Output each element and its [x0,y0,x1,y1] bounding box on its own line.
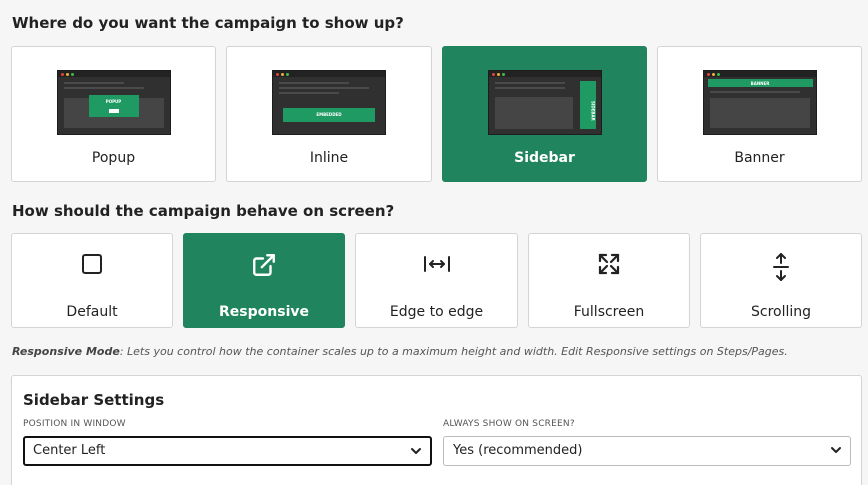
chevron-down-icon [410,444,422,462]
sidebar-thumbnail: SIDEBAR [487,70,602,135]
note-title: Responsive Mode [12,345,120,358]
chevron-down-icon [830,443,842,461]
placement-label: Sidebar [514,150,575,166]
behavior-label: Default [66,304,118,320]
behavior-card-scrolling[interactable]: Scrolling [700,233,862,328]
always-show-select[interactable]: Yes (recommended) [443,436,851,466]
responsive-mode-note: Responsive Mode: Lets you control how th… [12,345,788,358]
placement-card-banner[interactable]: BANNER Banner [657,46,862,182]
behavior-label: Responsive [219,304,309,320]
position-select[interactable]: Center Left [23,436,432,466]
external-link-icon [184,252,344,280]
banner-thumbnail: BANNER [702,70,817,135]
square-icon [12,252,172,280]
always-show-value: Yes (recommended) [453,443,583,458]
always-show-label: ALWAYS SHOW ON SCREEN? [443,419,575,429]
placement-card-popup[interactable]: POPUP Popup [11,46,216,182]
scroll-vertical-icon [701,252,861,281]
inline-thumbnail: EMBEDDED [272,70,386,135]
placement-label: Banner [734,150,785,166]
expand-icon [529,252,689,280]
position-label: POSITION IN WINDOW [23,419,126,429]
popup-thumbnail: POPUP [56,70,171,135]
edge-to-edge-icon [356,252,517,280]
behavior-card-fullscreen[interactable]: Fullscreen [528,233,690,328]
behavior-label: Edge to edge [389,304,484,320]
position-value: Center Left [33,443,106,458]
settings-title: Sidebar Settings [23,391,165,409]
note-text: : Lets you control how the container sca… [119,345,788,358]
placement-label: Inline [309,150,349,166]
behavior-card-default[interactable]: Default [11,233,173,328]
placement-question: Where do you want the campaign to show u… [12,14,404,32]
placement-label: Popup [91,150,136,166]
placement-card-inline[interactable]: EMBEDDED Inline [226,46,432,182]
behavior-question: How should the campaign behave on screen… [12,202,395,220]
behavior-card-edge-to-edge[interactable]: Edge to edge [355,233,518,328]
behavior-label: Fullscreen [573,304,645,320]
behavior-label: Scrolling [750,304,812,320]
sidebar-settings-panel: Sidebar Settings POSITION IN WINDOW Cent… [11,375,862,485]
placement-card-sidebar[interactable]: SIDEBAR Sidebar [442,46,647,182]
behavior-card-responsive[interactable]: Responsive [183,233,345,328]
